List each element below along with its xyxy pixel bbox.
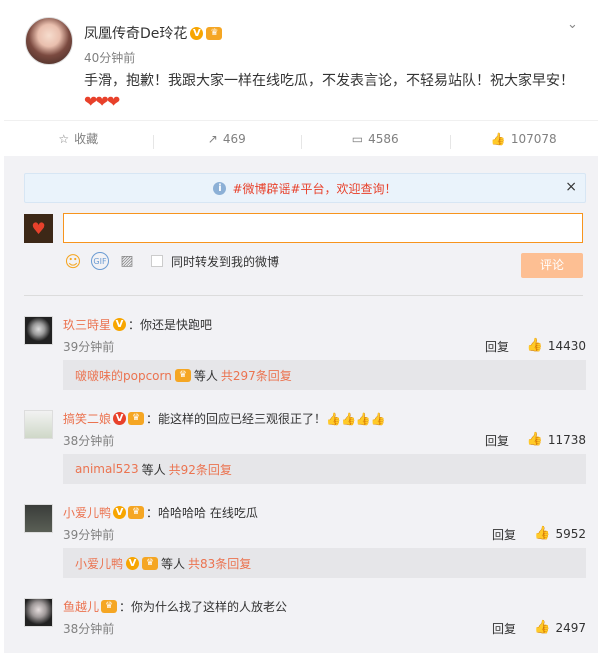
emoji-icon[interactable]: ☺	[63, 252, 83, 271]
post-actions-bar: ☆ 收藏 ↗ 469 ▭ 4586 👍 107078	[4, 120, 598, 156]
reply-button[interactable]: 回复	[492, 620, 516, 637]
comment-time: 39分钟前	[63, 340, 115, 354]
comment-time: 38分钟前	[63, 622, 115, 636]
thumbs-up-icon: 👍	[526, 338, 543, 353]
comment-like-button[interactable]: 👍 2497	[534, 620, 586, 635]
like-button[interactable]: 👍 107078	[449, 131, 599, 149]
vip-crown-icon: ♛	[142, 556, 159, 570]
thumbs-up-icon: 👍	[534, 526, 551, 541]
commenter-name[interactable]: 搞笑二娘	[63, 410, 111, 427]
author-line: 凤凰传奇De玲花 V ♛	[84, 23, 223, 43]
comment-like-count: 14430	[547, 338, 586, 353]
sub-reply-user[interactable]: animal523	[75, 462, 139, 476]
sub-reply-user[interactable]: 小爱儿鸭	[75, 555, 123, 572]
comment-like-count: 2497	[555, 620, 586, 635]
thumbs-up-icon: 👍	[534, 620, 551, 635]
comment-item: 鱼越儿 ♛ ：你为什么找了这样的人放老公 38分钟前 回复 👍 2497	[24, 598, 586, 653]
commenter-avatar[interactable]	[24, 504, 53, 533]
gif-icon[interactable]: GIF	[91, 252, 109, 270]
comment-like-count: 11738	[547, 432, 586, 447]
star-icon: ☆	[58, 131, 70, 146]
info-icon: i	[213, 181, 227, 195]
reply-button[interactable]: 回复	[485, 432, 509, 449]
post-text: 手滑，抱歉！我跟大家一样在线吃瓜，不发表言论，不轻易站队！祝大家早安！	[84, 73, 574, 89]
comment-text: ：哈哈哈哈 在线吃瓜	[146, 506, 258, 520]
comment-body: 小爱儿鸭 V ♛ ：哈哈哈哈 在线吃瓜	[63, 504, 258, 521]
verified-icon: V	[113, 506, 127, 519]
comment-item: 小爱儿鸭 V ♛ ：哈哈哈哈 在线吃瓜 39分钟前 回复 👍 5952 小爱儿鸭…	[24, 504, 586, 584]
rumor-notice-banner: i #微博辟谣#平台，欢迎查询！ ×	[24, 173, 586, 203]
sub-replies-bar[interactable]: 小爱儿鸭 V ♛ 等人 共83条回复	[63, 548, 586, 578]
divider	[24, 295, 583, 296]
comment-text: ：你还是快跑吧	[128, 318, 213, 332]
comment-like-count: 5952	[555, 526, 586, 541]
notice-text[interactable]: #微博辟谣#平台，欢迎查询！	[232, 180, 396, 197]
comment-icon: ▭	[351, 131, 364, 146]
comment-count: 4586	[368, 131, 399, 146]
submit-comment-button[interactable]: 评论	[521, 253, 583, 278]
repost-checkbox[interactable]	[151, 255, 163, 267]
commenter-avatar[interactable]	[24, 410, 53, 439]
comment-text: ：你为什么找了这样的人放老公	[119, 600, 288, 614]
comment-button[interactable]: ▭ 4586	[301, 131, 450, 149]
vip-crown-icon: ♛	[128, 506, 145, 519]
comment-time: 39分钟前	[63, 528, 115, 542]
comment-item: 玖三時星 V ：你还是快跑吧 39分钟前 回复 👍 14430 啵啵味的popc…	[24, 316, 586, 396]
comment-like-button[interactable]: 👍 11738	[527, 432, 586, 447]
author-name[interactable]: 凤凰传奇De玲花	[84, 23, 187, 43]
post-time[interactable]: 40分钟前	[84, 49, 135, 66]
favorite-button[interactable]: ☆ 收藏	[4, 130, 153, 147]
commenter-avatar[interactable]	[24, 316, 53, 345]
sub-reply-mid: 等人	[141, 462, 166, 477]
repost-checkbox-label: 同时转发到我的微博	[171, 254, 280, 269]
comment-body: 鱼越儿 ♛ ：你为什么找了这样的人放老公	[63, 598, 287, 615]
vip-crown-icon: ♛	[128, 412, 145, 425]
favorite-label: 收藏	[74, 132, 99, 146]
comment-input[interactable]	[63, 213, 583, 243]
vip-crown-icon: ♛	[101, 600, 118, 613]
sub-reply-count[interactable]: 共83条回复	[188, 555, 251, 572]
my-avatar[interactable]: ♥	[24, 214, 53, 243]
repost-count: 469	[222, 131, 246, 146]
author-avatar[interactable]	[25, 17, 73, 65]
comment-text: ：能这样的回应已经三观很正了！👍👍👍👍	[146, 412, 386, 426]
repost-button[interactable]: ↗ 469	[152, 131, 302, 149]
comment-time: 38分钟前	[63, 434, 115, 448]
commenter-name[interactable]: 玖三時星	[63, 316, 111, 333]
comment-like-button[interactable]: 👍 14430	[527, 338, 586, 353]
sub-reply-count[interactable]: 共297条回复	[221, 367, 292, 384]
sub-replies-bar[interactable]: 啵啵味的popcorn ♛ 等人 共297条回复	[63, 360, 586, 390]
comment-body: 玖三時星 V ：你还是快跑吧	[63, 316, 212, 333]
comment-item: 搞笑二娘 V ♛ ：能这样的回应已经三观很正了！👍👍👍👍 38分钟前 回复 👍 …	[24, 410, 586, 490]
vip-crown-icon: ♛	[206, 26, 223, 40]
thumbs-up-icon: 👍	[526, 432, 543, 447]
like-count: 107078	[510, 131, 557, 146]
sub-reply-mid: 等人	[161, 556, 186, 571]
commenter-name[interactable]: 鱼越儿	[63, 598, 99, 615]
verified-icon: V	[113, 318, 127, 331]
commenter-avatar[interactable]	[24, 598, 53, 627]
close-icon[interactable]: ×	[565, 179, 577, 195]
repost-icon: ↗	[207, 131, 218, 146]
image-icon[interactable]: ▨	[117, 252, 137, 270]
reply-button[interactable]: 回复	[492, 526, 516, 543]
commenter-name[interactable]: 小爱儿鸭	[63, 504, 111, 521]
heart-emojis: ❤❤❤	[84, 92, 120, 111]
chevron-down-icon[interactable]: ⌄	[567, 17, 585, 32]
comments-section: i #微博辟谣#平台，欢迎查询！ × ♥ ☺ GIF ▨ 同时转发到我的微博 评…	[4, 156, 598, 653]
vip-crown-icon: ♛	[174, 368, 191, 382]
comment-body: 搞笑二娘 V ♛ ：能这样的回应已经三观很正了！👍👍👍👍	[63, 410, 386, 427]
sub-replies-bar[interactable]: animal523 等人 共92条回复	[63, 454, 586, 484]
weibo-post: 凤凰传奇De玲花 V ♛ ⌄ 40分钟前 手滑，抱歉！我跟大家一样在线吃瓜，不发…	[0, 0, 602, 120]
sub-reply-user[interactable]: 啵啵味的popcorn	[75, 367, 172, 384]
sub-reply-mid: 等人	[193, 368, 218, 383]
verified-icon: V	[113, 412, 127, 425]
sub-reply-count[interactable]: 共92条回复	[169, 461, 232, 478]
thumbs-up-icon: 👍	[490, 131, 506, 146]
composer-tools: ☺ GIF ▨ 同时转发到我的微博	[63, 252, 280, 271]
comment-like-button[interactable]: 👍 5952	[534, 526, 586, 541]
verified-icon: V	[190, 26, 204, 40]
reply-button[interactable]: 回复	[485, 338, 509, 355]
verified-icon: V	[126, 556, 140, 570]
